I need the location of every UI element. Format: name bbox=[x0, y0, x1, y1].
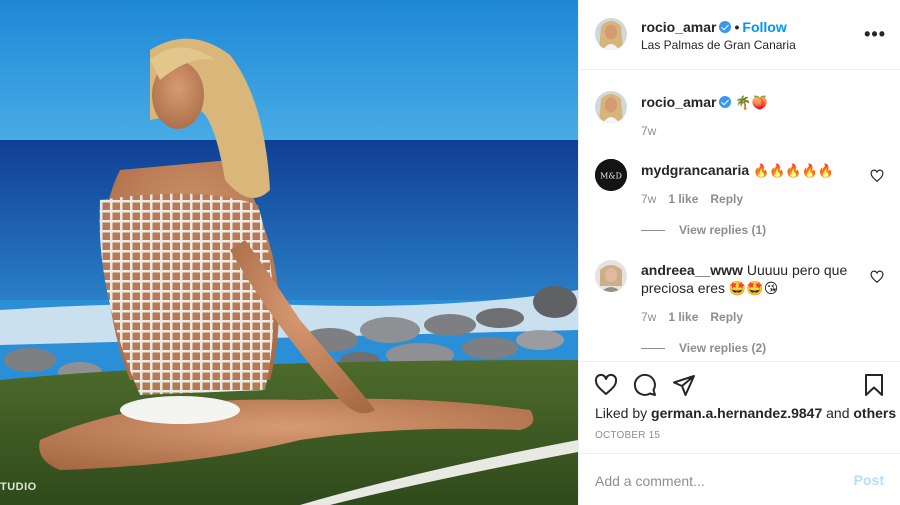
add-comment-input[interactable] bbox=[595, 454, 835, 505]
caption-author-avatar[interactable] bbox=[595, 91, 627, 123]
post-comment-button[interactable]: Post bbox=[854, 472, 884, 488]
comment-username[interactable]: mydgrancanaria bbox=[641, 162, 749, 178]
comment-avatar[interactable] bbox=[595, 260, 627, 292]
view-replies-button[interactable]: View replies (1) bbox=[641, 223, 766, 237]
post-details-panel: rocio_amar • Follow Las Palmas de Gran Can… bbox=[578, 0, 900, 505]
post-actions-section: Liked by german.a.hernandez.9847 and oth… bbox=[579, 361, 900, 505]
comment-likes[interactable]: 1 like bbox=[668, 310, 698, 324]
replies-line bbox=[641, 230, 665, 232]
liked-by-line: Liked by german.a.hernandez.9847 and oth… bbox=[595, 405, 896, 421]
post-location[interactable]: Las Palmas de Gran Canaria bbox=[641, 38, 796, 52]
verified-badge-icon bbox=[719, 96, 732, 108]
separator-dot: • bbox=[734, 19, 740, 35]
author-username[interactable]: rocio_amar bbox=[641, 19, 716, 35]
comment-meta: 7w 1 like Reply bbox=[641, 310, 755, 324]
verified-badge-icon bbox=[719, 21, 732, 33]
comment-likes[interactable]: 1 like bbox=[668, 192, 698, 206]
save-bookmark-icon[interactable] bbox=[862, 373, 886, 397]
caption-age[interactable]: 7w bbox=[641, 124, 656, 138]
liked-by-prefix: Liked by bbox=[595, 405, 648, 421]
liked-by-and: and bbox=[826, 405, 850, 421]
liked-by-user[interactable]: german.a.hernandez.9847 bbox=[651, 405, 822, 421]
like-comment-heart-icon[interactable] bbox=[870, 169, 884, 183]
comment-content: 🔥🔥🔥🔥🔥 bbox=[753, 164, 834, 179]
view-replies-button[interactable]: View replies (2) bbox=[641, 341, 766, 355]
comment-meta: 7w 1 like Reply bbox=[641, 192, 755, 206]
more-options-icon[interactable]: ••• bbox=[864, 24, 886, 45]
caption-text: rocio_amar 🌴🍑 bbox=[641, 93, 854, 113]
comment-text: mydgrancanaria 🔥🔥🔥🔥🔥 bbox=[641, 161, 854, 181]
liked-by-others[interactable]: others bbox=[853, 405, 896, 421]
caption-meta: 7w bbox=[641, 124, 668, 138]
post-date[interactable]: OCTOBER 15 bbox=[595, 430, 660, 441]
comment-bubble-icon[interactable] bbox=[633, 373, 657, 397]
comments-list[interactable]: rocio_amar 🌴🍑 7w M&D mydgrancanaria 🔥🔥🔥🔥… bbox=[579, 71, 900, 361]
caption-emoji: 🌴🍑 bbox=[735, 96, 768, 111]
beach-photo-illustration bbox=[0, 0, 578, 505]
comment-age[interactable]: 7w bbox=[641, 192, 656, 206]
post-photo[interactable]: TUDIO bbox=[0, 0, 578, 505]
comment-avatar[interactable]: M&D bbox=[595, 159, 627, 191]
comment-username[interactable]: andreea__www bbox=[641, 262, 743, 278]
replies-line bbox=[641, 348, 665, 350]
like-heart-icon[interactable] bbox=[594, 373, 618, 397]
view-replies-label: View replies (1) bbox=[679, 223, 767, 237]
like-comment-heart-icon[interactable] bbox=[870, 270, 884, 284]
share-paper-plane-icon[interactable] bbox=[672, 373, 696, 397]
follow-button[interactable]: Follow bbox=[742, 19, 786, 35]
comment-text: andreea__www Uuuuu pero que preciosa ere… bbox=[641, 261, 854, 297]
avatar-monogram: M&D bbox=[600, 172, 622, 181]
author-avatar[interactable] bbox=[595, 18, 627, 50]
view-replies-label: View replies (2) bbox=[679, 341, 767, 355]
reply-button[interactable]: Reply bbox=[710, 192, 743, 206]
author-line: rocio_amar • Follow bbox=[641, 19, 787, 35]
reply-button[interactable]: Reply bbox=[710, 310, 743, 324]
post-header: rocio_amar • Follow Las Palmas de Gran Can… bbox=[579, 0, 900, 70]
caption-username[interactable]: rocio_amar bbox=[641, 94, 716, 110]
add-comment-bar: Post bbox=[579, 453, 900, 505]
photo-watermark: TUDIO bbox=[0, 481, 37, 493]
comment-age[interactable]: 7w bbox=[641, 310, 656, 324]
